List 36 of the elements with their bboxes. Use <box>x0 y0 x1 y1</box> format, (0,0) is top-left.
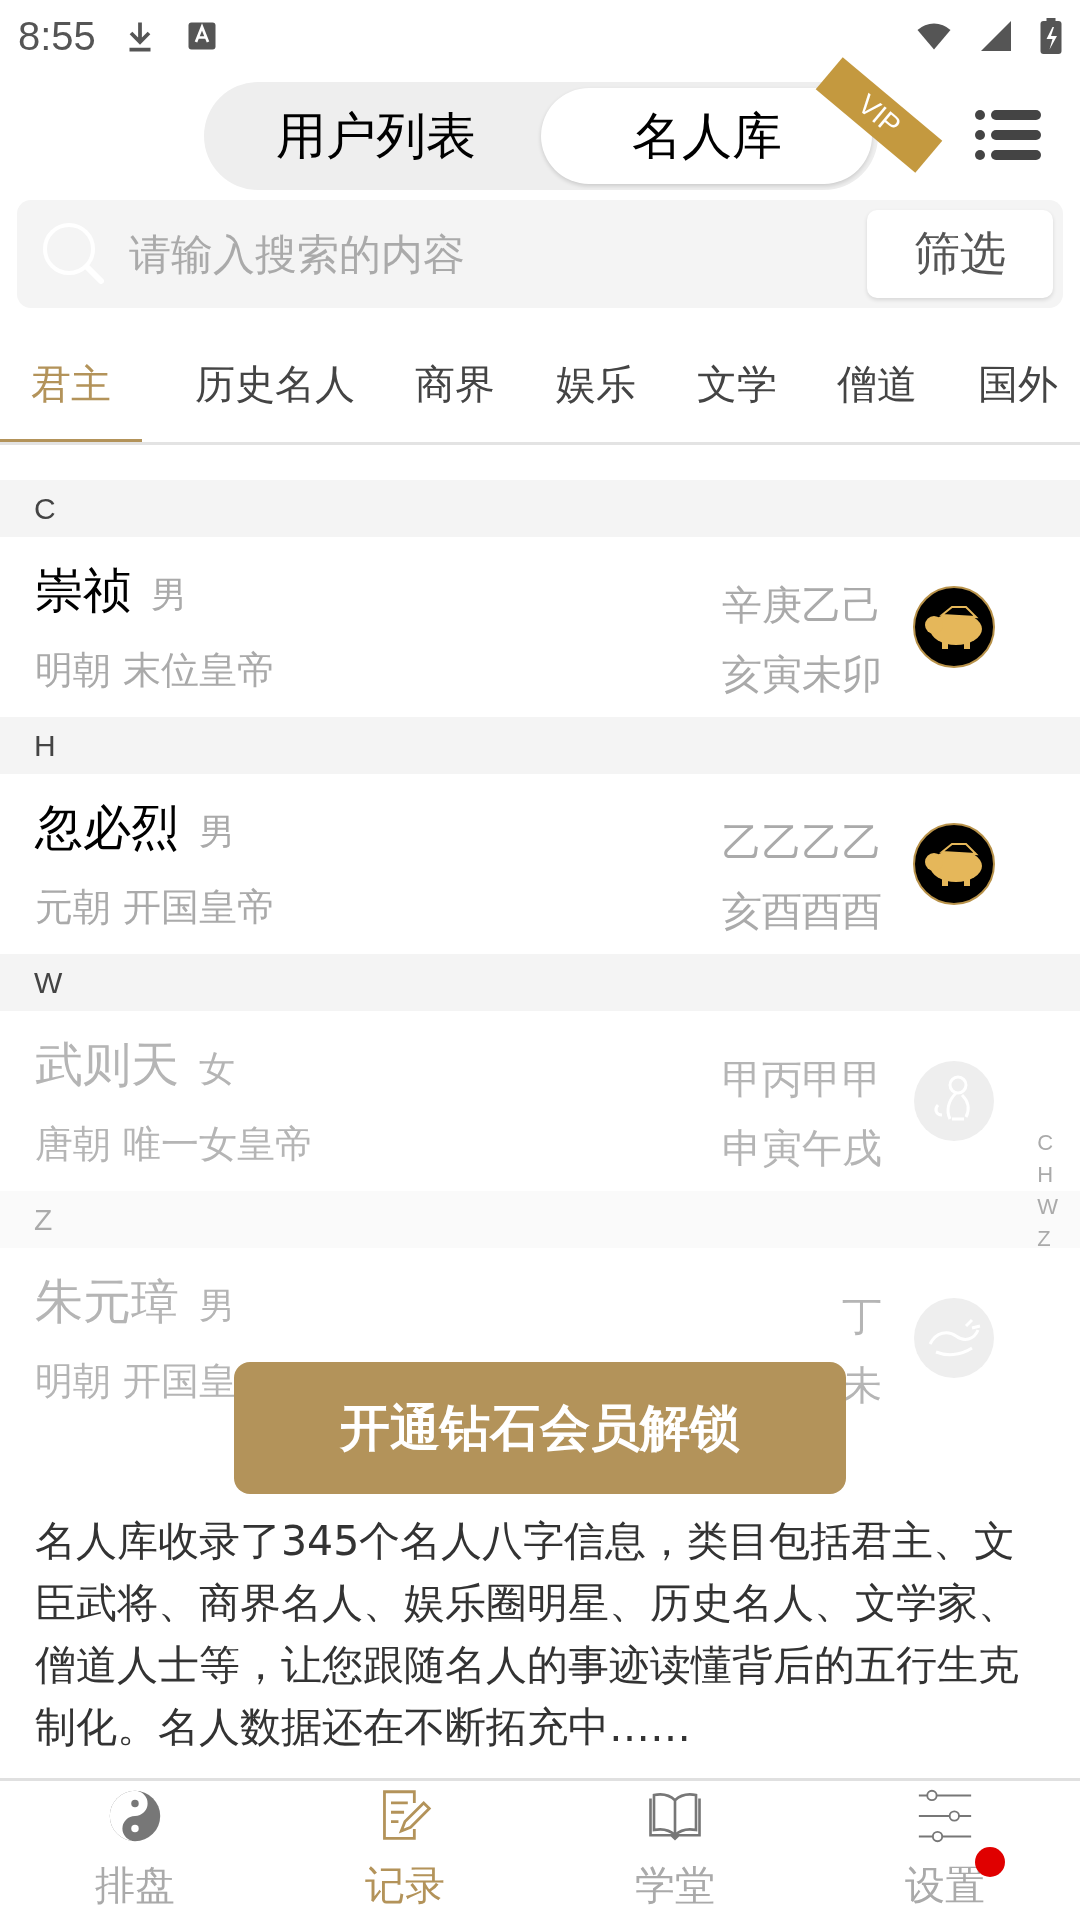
gender-label: 男 <box>199 1283 235 1328</box>
category-tab[interactable]: 娱乐 <box>547 330 644 442</box>
menu-icon[interactable] <box>975 110 1041 160</box>
bazi-stems: 辛庚乙己 <box>722 581 882 630</box>
category-tab[interactable]: 商界 <box>407 330 504 442</box>
category-tab[interactable]: 国外 <box>969 330 1066 442</box>
bazi-branches: 亥寅未卯 <box>722 650 882 699</box>
category-tab[interactable]: 文学 <box>688 330 785 442</box>
bazi-branches: 亥酉酉酉 <box>722 887 882 936</box>
person-name: 武则天 <box>35 1034 179 1094</box>
person-description: 明朝 末位皇帝 <box>35 646 277 694</box>
battery-icon <box>1040 18 1062 54</box>
bazi-branches: 申寅午戌 <box>722 1124 882 1173</box>
segment-tab[interactable]: 用户列表 <box>210 88 541 184</box>
sliders-icon <box>917 1788 973 1844</box>
bazi-stems: 乙乙乙乙 <box>722 818 882 867</box>
person-description: 唐朝 唯一女皇帝 <box>35 1120 315 1168</box>
person-name: 崇祯 <box>35 560 131 620</box>
section-header: W <box>0 954 1080 1011</box>
section-header: C <box>0 480 1080 537</box>
person-name: 忽必烈 <box>35 797 179 857</box>
category-tab[interactable]: 僧道 <box>829 330 926 442</box>
category-tab[interactable]: 历史名人 <box>186 330 363 442</box>
filter-button[interactable]: 筛选 <box>867 210 1053 298</box>
bazi-stems: 甲丙甲甲 <box>722 1055 882 1104</box>
person-name: 朱元璋 <box>35 1271 179 1331</box>
search-field[interactable]: 请输入搜索的内容 筛选 <box>17 200 1063 308</box>
gender-label: 男 <box>199 809 235 854</box>
gender-label: 女 <box>199 1046 235 1091</box>
status-time: 8:55 <box>18 13 96 59</box>
section-header: H <box>0 717 1080 774</box>
description-text: 名人库收录了345个名人八字信息，类目包括君主、文臣武将、商界名人、娱乐圈明星、历史名人、文学家、僧道人士等，让您跟随名人的事迹读懂背后的五行生克制化。名人数据还在不断拓充中…… <box>0 1510 1080 1781</box>
yin-yang-icon <box>107 1788 163 1844</box>
gender-label: 男 <box>151 572 187 617</box>
bazi-stems: 丁 <box>842 1292 882 1341</box>
person-description: 元朝 开国皇帝 <box>35 883 277 931</box>
